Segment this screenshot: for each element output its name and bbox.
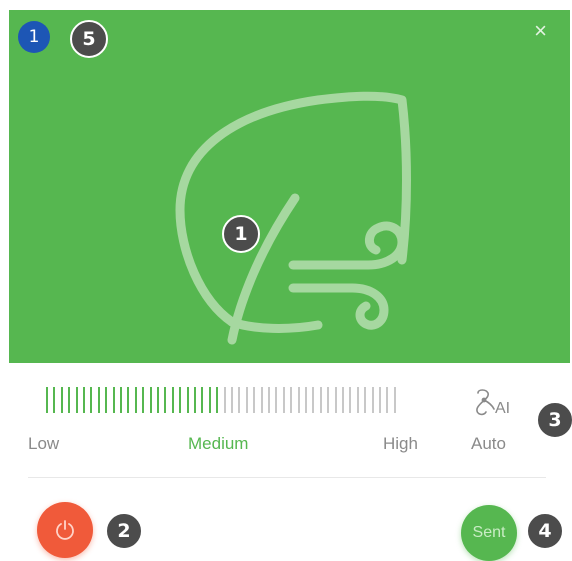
slider-tick-inactive xyxy=(386,387,389,413)
slider-tick-active xyxy=(83,387,85,413)
mode-number-badge: 1 xyxy=(18,21,50,53)
slider-tick-active xyxy=(112,387,115,413)
slider-tick-inactive xyxy=(260,387,263,413)
slider-tick-active xyxy=(60,387,63,413)
slider-tick-inactive xyxy=(349,387,352,413)
callout-badge-4: 4 xyxy=(526,512,564,550)
callout-badge-2: 2 xyxy=(105,512,143,550)
slider-tick-active xyxy=(149,387,152,413)
slider-tick-active xyxy=(127,387,130,413)
slider-tick-active xyxy=(90,387,93,413)
slider-tick-inactive xyxy=(223,387,226,413)
slider-tick-inactive xyxy=(245,387,248,413)
fan-speed-slider[interactable] xyxy=(46,387,401,413)
slider-tick-inactive xyxy=(290,387,293,413)
close-icon[interactable]: × xyxy=(534,20,547,42)
slider-tick-active xyxy=(164,387,167,413)
sent-button[interactable]: Sent xyxy=(461,505,517,561)
slider-tick-inactive xyxy=(231,387,233,413)
ai-label: AI xyxy=(495,400,510,417)
slider-tick-inactive xyxy=(319,387,322,413)
speed-label-low[interactable]: Low xyxy=(28,434,59,454)
speed-label-medium[interactable]: Medium xyxy=(188,434,248,454)
slider-tick-active xyxy=(179,387,182,413)
slider-tick-active xyxy=(157,387,159,413)
slider-tick-inactive xyxy=(327,387,330,413)
slider-tick-active xyxy=(134,387,137,413)
slider-tick-active xyxy=(120,387,122,413)
eco-leaf-wind-icon xyxy=(175,91,411,345)
slider-tick-active xyxy=(53,387,56,413)
slider-tick-inactive xyxy=(371,387,374,413)
slider-tick-active xyxy=(201,387,204,413)
slider-tick-active xyxy=(68,387,71,413)
slider-tick-inactive xyxy=(238,387,241,413)
slider-tick-active xyxy=(105,387,108,413)
slider-tick-active xyxy=(142,387,145,413)
slider-tick-inactive xyxy=(275,387,278,413)
callout-badge-5: 5 xyxy=(70,20,108,58)
slider-tick-active xyxy=(186,387,189,413)
slider-tick-inactive xyxy=(334,387,337,413)
slider-tick-inactive xyxy=(253,387,256,413)
slider-tick-active xyxy=(75,387,78,413)
slider-tick-active xyxy=(97,387,100,413)
speed-label-high[interactable]: High xyxy=(383,434,418,454)
callout-badge-3: 3 xyxy=(536,401,572,439)
slider-tick-active xyxy=(216,387,219,413)
slider-tick-inactive xyxy=(268,387,270,413)
slider-tick-active xyxy=(194,387,196,413)
slider-tick-inactive xyxy=(297,387,300,413)
slider-tick-inactive xyxy=(312,387,315,413)
slider-tick-inactive xyxy=(379,387,381,413)
slider-tick-inactive xyxy=(305,387,307,413)
slider-tick-active xyxy=(46,387,48,413)
slider-tick-inactive xyxy=(356,387,359,413)
fan-ai-icon[interactable]: AI xyxy=(472,385,518,421)
slider-tick-inactive xyxy=(393,387,396,413)
slider-tick-active xyxy=(171,387,174,413)
slider-tick-inactive xyxy=(342,387,344,413)
speed-label-auto[interactable]: Auto xyxy=(471,434,506,454)
divider xyxy=(28,477,546,478)
callout-badge-1: 1 xyxy=(222,215,260,253)
power-icon xyxy=(56,520,74,540)
slider-tick-inactive xyxy=(282,387,285,413)
slider-tick-inactive xyxy=(364,387,367,413)
power-button[interactable] xyxy=(37,502,93,558)
slider-tick-active xyxy=(208,387,211,413)
